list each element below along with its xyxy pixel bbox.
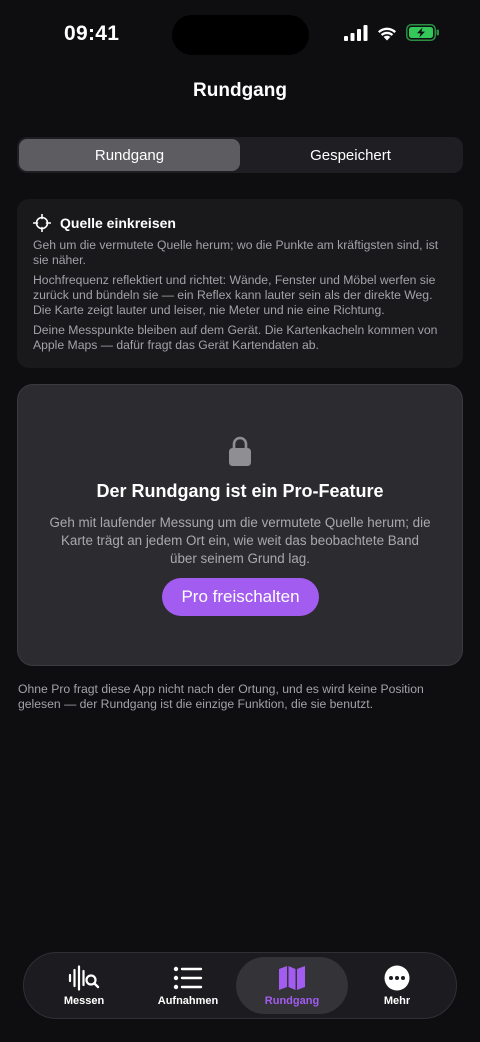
- lock-icon: [229, 436, 251, 466]
- info-card: Quelle einkreisen Geh um die vermutete Q…: [17, 199, 463, 368]
- waveform-search-icon: [68, 965, 100, 991]
- battery-charging-icon: [406, 24, 439, 41]
- more-icon: [384, 965, 410, 991]
- info-header: Quelle einkreisen: [33, 214, 447, 232]
- info-title: Quelle einkreisen: [60, 215, 176, 231]
- map-icon: [279, 966, 305, 990]
- tab-aufnahmen[interactable]: Aufnahmen: [132, 957, 244, 1014]
- tab-messen[interactable]: Messen: [28, 957, 140, 1014]
- tab-label: Aufnahmen: [157, 995, 219, 1007]
- segment-rundgang[interactable]: Rundgang: [19, 139, 240, 171]
- page-title: Rundgang: [193, 80, 287, 101]
- crosshair-icon: [33, 214, 51, 232]
- info-paragraph: Geh um die vermutete Quelle herum; wo di…: [33, 238, 439, 267]
- tab-mehr[interactable]: Mehr: [341, 957, 453, 1014]
- tab-label: Rundgang: [264, 995, 320, 1007]
- dynamic-island: [172, 15, 309, 55]
- wifi-icon: [378, 27, 396, 40]
- cellular-signal-icon: [344, 24, 368, 41]
- tab-label: Messen: [63, 995, 105, 1007]
- pro-feature-card: Der Rundgang ist ein Pro-Feature Geh mit…: [17, 384, 463, 666]
- pro-title: Der Rundgang ist ein Pro-Feature: [96, 481, 384, 501]
- status-bar: 09:41: [0, 0, 480, 72]
- segment-gespeichert[interactable]: Gespeichert: [240, 139, 461, 171]
- tab-rundgang[interactable]: Rundgang: [236, 957, 348, 1014]
- unlock-pro-button[interactable]: Pro freischalten: [162, 578, 319, 616]
- status-icons: [344, 24, 440, 41]
- segmented-control: Rundgang Gespeichert: [17, 137, 463, 173]
- info-paragraph: Hochfrequenz reflektiert und richtet: Wä…: [33, 273, 436, 317]
- location-footnote: Ohne Pro fragt diese App nicht nach der …: [18, 682, 424, 711]
- tab-bar: Messen Aufnahmen Rundgang Mehr: [23, 952, 457, 1019]
- pro-description: Geh mit laufender Messung um die vermute…: [49, 515, 431, 566]
- status-time: 09:41: [64, 22, 120, 45]
- tab-label: Mehr: [383, 995, 411, 1007]
- list-icon: [173, 966, 203, 990]
- info-paragraph: Deine Messpunkte bleiben auf dem Gerät. …: [33, 323, 438, 352]
